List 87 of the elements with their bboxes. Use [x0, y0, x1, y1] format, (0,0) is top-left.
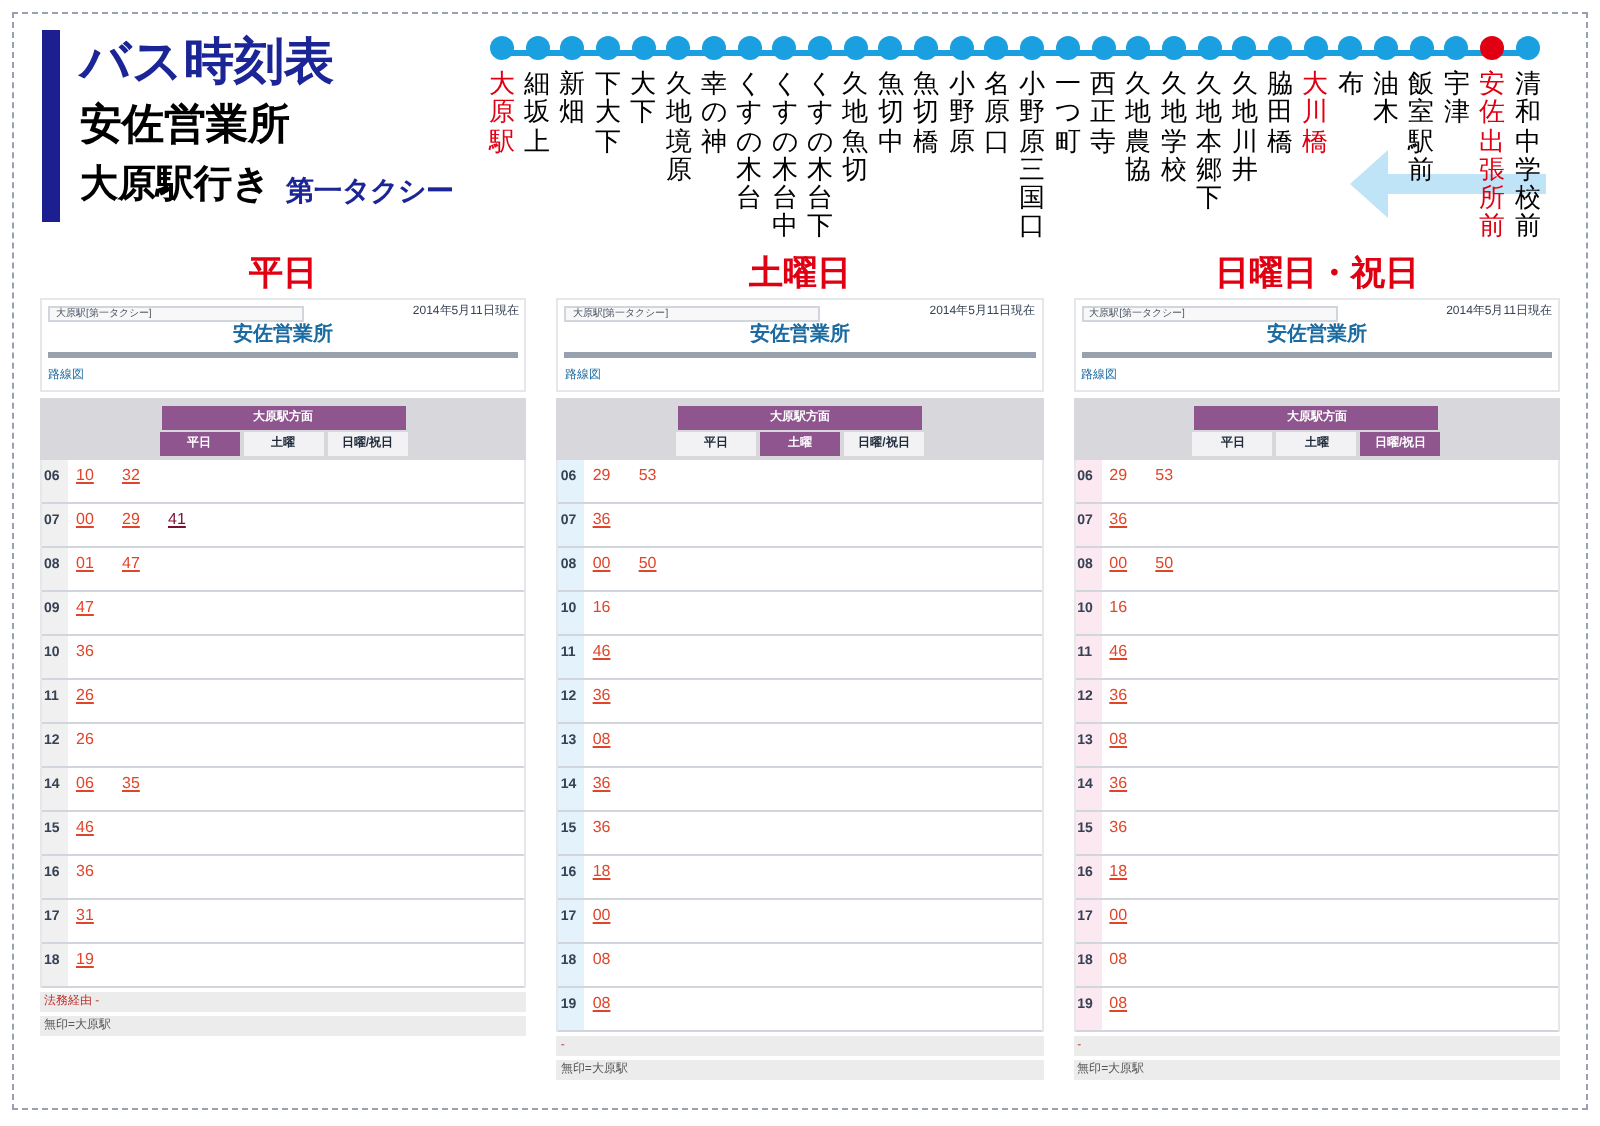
stop-name: 新畑	[559, 70, 586, 128]
departure-time: 36	[592, 816, 613, 840]
stop-name: 魚切橋	[913, 70, 940, 156]
departure-time: 29	[592, 464, 613, 488]
departure-time[interactable]: 00	[1109, 904, 1132, 942]
departure-time[interactable]: 36	[1109, 508, 1132, 546]
departure-time[interactable]: 01	[76, 552, 98, 590]
departure-time[interactable]: 18	[592, 860, 615, 898]
departure-time[interactable]: 46	[1109, 640, 1132, 678]
departure-time: 36	[1109, 816, 1130, 840]
departure-time[interactable]: 46	[592, 640, 615, 678]
stop-name: くすの木台中	[771, 70, 798, 242]
departure-time: 08	[592, 948, 613, 972]
departure-time: 16	[1109, 596, 1130, 620]
departure-time: 29	[1109, 464, 1130, 488]
departure-time[interactable]: 08	[592, 728, 615, 766]
office-name: 安佐営業所	[80, 99, 292, 152]
departure-time[interactable]: 08	[592, 992, 615, 1030]
departure-time[interactable]: 36	[592, 508, 615, 546]
departure-time[interactable]: 32	[122, 464, 144, 502]
stop-name: 大川橋	[1302, 70, 1329, 156]
departure-time[interactable]: 29	[122, 508, 144, 546]
departure-time[interactable]: 18	[1109, 860, 1132, 898]
departure-time[interactable]: 50	[638, 552, 661, 590]
stop-name: 油木	[1373, 70, 1400, 128]
operator-label: 第一タクシー	[286, 172, 454, 210]
departure-time[interactable]: 47	[122, 552, 144, 590]
stop-name: 小野原	[948, 70, 975, 156]
stop-name: 小野原三国口	[1019, 70, 1046, 242]
stop-name: 久地農協	[1125, 70, 1152, 185]
stop-name: 細坂上	[524, 70, 551, 156]
stop-name: 幸の神	[700, 70, 727, 156]
departure-time[interactable]: 41	[168, 508, 190, 546]
departure-time[interactable]: 06	[76, 772, 98, 810]
stop-name: 大下	[630, 70, 657, 128]
departure-time[interactable]: 47	[76, 596, 98, 634]
departure-time: 53	[1155, 464, 1176, 488]
departure-time[interactable]: 46	[76, 816, 98, 854]
stop-name: 下大下	[594, 70, 621, 156]
departure-time: 53	[638, 464, 659, 488]
stop-name: 飯室駅前	[1408, 70, 1435, 185]
departure-time[interactable]: 35	[122, 772, 144, 810]
stop-name: 久地魚切	[842, 70, 869, 185]
departure-time[interactable]: 36	[592, 684, 615, 722]
departure-time[interactable]: 26	[76, 684, 98, 722]
stop-name: 布	[1337, 70, 1364, 99]
office-title: 安佐営業所	[747, 322, 852, 348]
departure-time[interactable]: 08	[1109, 992, 1132, 1030]
stop-name: 宇津	[1443, 70, 1470, 128]
page-title: バス時刻表	[80, 32, 336, 94]
departure-time[interactable]: 00	[1109, 552, 1132, 590]
office-title: 安佐営業所	[231, 322, 336, 348]
departure-time: 36	[76, 860, 96, 884]
stop-name: 久地学校	[1160, 70, 1187, 185]
departure-time: 08	[1109, 948, 1130, 972]
section-heading: 日曜日・祝日	[1212, 252, 1421, 296]
departure-time[interactable]: 36	[1109, 684, 1132, 722]
stop-name: 脇田橋	[1266, 70, 1293, 156]
stop-name: 安佐出張所前	[1479, 70, 1506, 242]
departure-time[interactable]: 36	[1109, 772, 1132, 810]
stop-name: 西正寺	[1090, 70, 1117, 156]
departure-time[interactable]: 50	[1155, 552, 1178, 590]
departure-time[interactable]: 31	[76, 904, 98, 942]
stop-name: 一つ町	[1054, 70, 1081, 156]
stop-name: 久地境原	[665, 70, 692, 185]
departure-time[interactable]: 00	[592, 552, 615, 590]
section-heading: 土曜日	[746, 252, 853, 296]
stop-name: 久地川井	[1231, 70, 1258, 185]
departure-time[interactable]: 00	[592, 904, 615, 942]
departure-time[interactable]: 10	[76, 464, 98, 502]
section-heading: 平日	[247, 252, 320, 296]
stop-name: 魚切中	[877, 70, 904, 156]
stop-name: くすの木台	[736, 70, 763, 213]
stop-name: 大原駅	[488, 70, 515, 156]
departure-time[interactable]: 08	[1109, 728, 1132, 766]
office-title: 安佐営業所	[1264, 322, 1369, 348]
departure-time[interactable]: 19	[76, 948, 98, 986]
departure-time: 36	[76, 640, 96, 664]
stop-name: 清和中学校前	[1514, 70, 1541, 242]
stop-name: 名原口	[983, 70, 1010, 156]
departure-time[interactable]: 36	[592, 772, 615, 810]
destination-label: 大原駅行き	[80, 162, 270, 210]
departure-time: 26	[76, 728, 96, 752]
departure-time: 16	[592, 596, 613, 620]
stop-name: くすの木台下	[807, 70, 834, 242]
departure-time[interactable]: 00	[76, 508, 98, 546]
stop-name: 久地本郷下	[1196, 70, 1223, 213]
